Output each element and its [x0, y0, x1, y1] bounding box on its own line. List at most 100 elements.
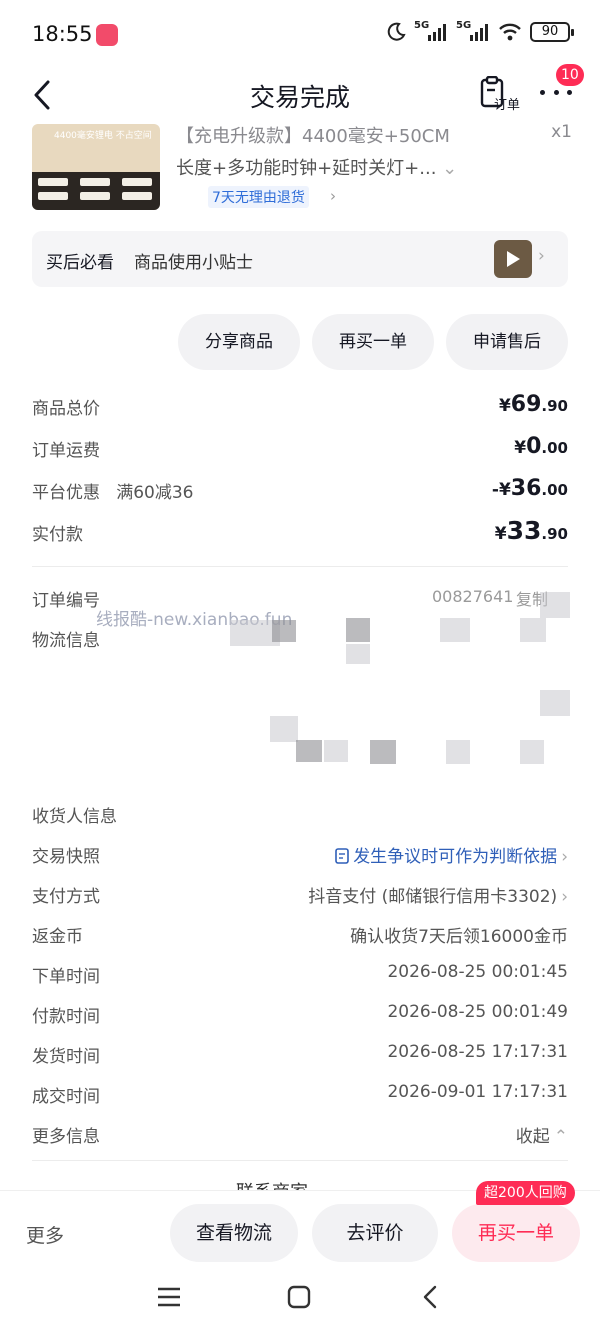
order-time-label: 下单时间	[32, 967, 100, 987]
status-time: 18:55	[32, 22, 93, 46]
payment-method-text: 抖音支付 (邮储银行信用卡3302)	[308, 887, 558, 907]
tips-text: 商品使用小贴士	[134, 253, 253, 273]
price-integer: 69	[510, 392, 542, 417]
currency-symbol: ¥	[494, 524, 507, 544]
feature-chip	[38, 192, 68, 200]
signal-icon-2: 5G	[456, 20, 490, 42]
feature-chip	[80, 178, 110, 186]
shipping-fee-value: ¥0.00	[514, 434, 568, 459]
chevron-down-icon: ⌄	[442, 158, 458, 179]
amount-paid-label: 实付款	[32, 525, 83, 545]
deal-time-value: 2026-09-01 17:17:31	[387, 1082, 568, 1102]
payment-method-value[interactable]: 抖音支付 (邮储银行信用卡3302) ›	[308, 882, 568, 907]
dot-icon	[540, 89, 545, 95]
repurchase-badge: 超200人回购	[476, 1181, 575, 1205]
chevron-right-icon: ›	[330, 187, 336, 205]
after-sale-button[interactable]: 申请售后	[446, 314, 568, 370]
product-title-line2[interactable]: 长度+多功能时钟+延时关灯+... ⌄	[176, 154, 457, 180]
snapshot-value: 发生争议时可作为判断依据	[353, 847, 558, 867]
redaction-block	[540, 690, 570, 716]
redaction-block	[296, 740, 322, 762]
product-title-line1: 【充电升级款】4400毫安+50CM	[176, 126, 450, 147]
coins-label: 返金币	[32, 927, 83, 947]
app-notification-icon	[96, 24, 118, 46]
more-options-button[interactable]	[540, 86, 572, 98]
product-thumbnail[interactable]: 4400毫安锂电 不占空间	[32, 124, 160, 210]
total-price-value: ¥69.90	[499, 392, 568, 417]
moon-icon	[387, 22, 406, 41]
order-time-value: 2026-08-25 00:01:45	[387, 962, 568, 982]
thumbnail-caption: 4400毫安锂电 不占空间	[54, 131, 152, 141]
menu-icon[interactable]	[156, 1286, 182, 1308]
price-decimal: .00	[541, 481, 568, 499]
discount-rule: 满60减36	[116, 483, 194, 503]
product-quantity: x1	[551, 124, 572, 142]
product-spec: 长度+多功能时钟+延时关灯+...	[176, 158, 437, 179]
redaction-block	[446, 740, 470, 764]
payment-method-label: 支付方式	[32, 887, 100, 907]
bottom-action-bar: 更多 查看物流 去评价 再买一单 超200人回购	[0, 1181, 600, 1278]
order-number-label: 订单编号	[32, 591, 100, 611]
dot-icon	[567, 89, 572, 95]
message-count-badge: 10	[556, 64, 584, 86]
view-logistics-button[interactable]: 查看物流	[170, 1204, 298, 1262]
coins-value: 确认收货7天后领16000金币	[350, 927, 568, 947]
order-number-value: 00827641	[432, 587, 514, 606]
product-card[interactable]: 4400毫安锂电 不占空间 【充电升级款】4400毫安+50CM x1 长度+多…	[32, 124, 572, 214]
shipping-time-value: 2026-08-25 17:17:31	[387, 1042, 568, 1062]
collapse-toggle[interactable]: 收起 ⌃	[516, 1122, 568, 1147]
video-thumbnail[interactable]	[494, 240, 532, 278]
redaction-block	[370, 740, 396, 764]
total-price-label: 商品总价	[32, 399, 100, 419]
deal-time-label: 成交时间	[32, 1087, 100, 1107]
collapse-text: 收起	[515, 1127, 550, 1147]
redaction-block	[520, 618, 546, 642]
chevron-right-icon: ›	[561, 887, 568, 907]
shipping-time-label: 发货时间	[32, 1047, 100, 1067]
battery-icon: 90	[530, 22, 574, 42]
redaction-block	[346, 618, 370, 642]
redaction-block	[540, 592, 570, 618]
redaction-block	[520, 740, 544, 764]
status-bar: 18:55 5G 5G 90	[0, 0, 600, 70]
price-decimal: .00	[541, 439, 568, 457]
logistics-info-label: 物流信息	[32, 631, 100, 651]
chevron-right-icon: ›	[538, 246, 545, 266]
rebuy-button-top[interactable]: 再买一单	[312, 314, 434, 370]
redaction-block	[270, 716, 298, 742]
orders-label: 订单	[494, 98, 521, 113]
redaction-block	[346, 644, 370, 664]
review-button[interactable]: 去评价	[312, 1204, 438, 1262]
signal-icon: 5G	[414, 20, 448, 42]
home-icon[interactable]	[286, 1284, 312, 1310]
amount-paid-value: ¥33.90	[495, 516, 568, 545]
platform-discount-label: 平台优惠 满60减36	[32, 478, 193, 503]
receiver-info-label: 收货人信息	[32, 807, 117, 827]
shipping-fee-label: 订单运费	[32, 441, 100, 461]
currency-symbol: ¥	[498, 396, 511, 416]
system-navigation-bar	[0, 1278, 600, 1333]
currency-symbol: ¥	[514, 438, 527, 458]
tips-card[interactable]: 买后必看 商品使用小贴士 ›	[32, 231, 568, 287]
snapshot-label: 交易快照	[32, 847, 100, 867]
top-nav: 交易完成 订单 10	[0, 64, 600, 120]
redaction-block	[272, 620, 296, 642]
more-info-label: 更多信息	[32, 1127, 100, 1147]
rebuy-button[interactable]: 再买一单	[452, 1204, 580, 1262]
feature-chip	[122, 178, 152, 186]
payment-time-label: 付款时间	[32, 1007, 100, 1027]
price-integer: 0	[526, 434, 542, 459]
more-button[interactable]: 更多	[26, 1221, 64, 1248]
feature-chip	[80, 192, 110, 200]
currency-symbol: -¥	[491, 480, 511, 500]
orders-button[interactable]: 订单	[478, 76, 528, 116]
dot-icon	[553, 89, 559, 95]
share-product-button[interactable]: 分享商品	[178, 314, 300, 370]
divider	[32, 566, 568, 567]
redaction-block	[440, 618, 470, 642]
divider	[32, 1160, 568, 1161]
return-policy-tag[interactable]: 7天无理由退货	[208, 186, 309, 208]
platform-discount-value: -¥36.00	[492, 476, 568, 501]
snapshot-link[interactable]: 发生争议时可作为判断依据 ›	[335, 842, 568, 867]
back-icon[interactable]	[420, 1284, 440, 1310]
